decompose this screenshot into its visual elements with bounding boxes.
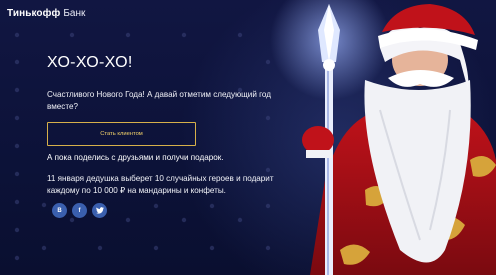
social-buttons: В f (52, 203, 107, 218)
vk-icon[interactable]: В (52, 203, 67, 218)
promo-text: 11 января дедушка выберет 10 случайных г… (47, 174, 274, 195)
santa-claus-illustration (270, 0, 498, 275)
share-text: А пока поделись с друзьями и получи пода… (47, 153, 224, 162)
brand-sub: Банк (63, 7, 86, 19)
hero-lead: Счастливого Нового Года! А давай отметим… (47, 90, 271, 111)
twitter-icon[interactable] (92, 203, 107, 218)
become-client-button[interactable]: Стать клиентом (47, 122, 196, 146)
hero-title: ХО-ХО-ХО! (47, 54, 133, 71)
facebook-icon[interactable]: f (72, 203, 87, 218)
promo-page: Тинькофф Банк ХО-ХО-ХО! Счастливого Ново… (0, 0, 498, 275)
hero-content: ХО-ХО-ХО! Счастливого Нового Года! А дав… (47, 54, 292, 218)
brand-logo[interactable]: Тинькофф (7, 8, 60, 19)
